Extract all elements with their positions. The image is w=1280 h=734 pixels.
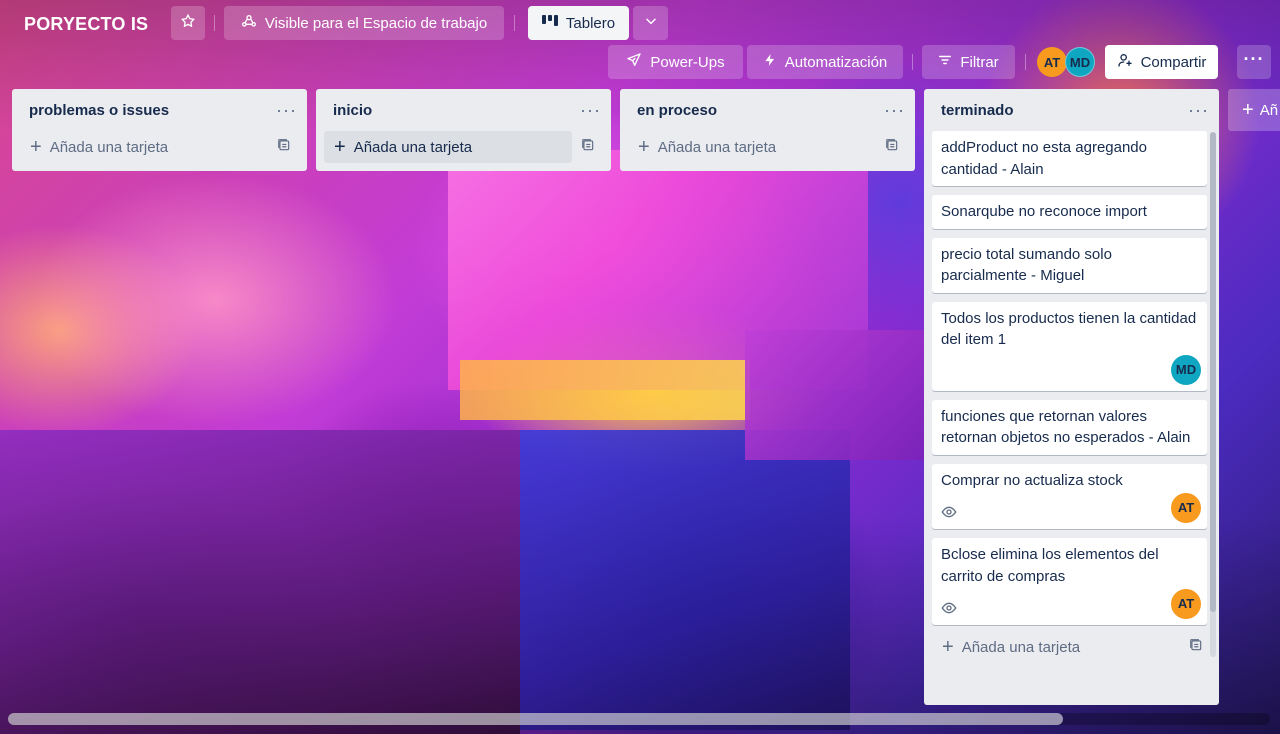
list-menu-icon[interactable]: ··· bbox=[1188, 101, 1209, 119]
board-menu-button[interactable]: ··· bbox=[1237, 45, 1271, 79]
card-title: addProduct no esta agregando cantidad - … bbox=[941, 139, 1147, 178]
list-title[interactable]: problemas o issues bbox=[29, 102, 169, 119]
workspace-icon bbox=[241, 13, 257, 33]
filter-icon bbox=[938, 53, 952, 71]
view-board-button[interactable]: Tablero bbox=[528, 6, 629, 40]
lightning-icon bbox=[763, 52, 777, 72]
board-scrollbar[interactable] bbox=[8, 713, 1270, 725]
plus-icon: + bbox=[1242, 99, 1254, 121]
card-title: funciones que retornan valores retornan … bbox=[941, 407, 1191, 447]
divider bbox=[912, 54, 913, 70]
background-shape bbox=[0, 430, 520, 734]
eye-icon bbox=[941, 597, 957, 619]
plus-icon: + bbox=[638, 136, 650, 158]
list-title[interactable]: en proceso bbox=[637, 102, 717, 119]
avatar[interactable]: MD bbox=[1065, 47, 1095, 77]
add-card-label: Añada una tarjeta bbox=[49, 138, 169, 156]
powerups-label: Power-Ups bbox=[650, 53, 725, 71]
background-shape bbox=[448, 150, 868, 390]
add-card-button[interactable]: + Añada una tarjeta bbox=[932, 631, 1211, 663]
list: problemas o issues ··· + Añada una tarjet… bbox=[12, 89, 307, 171]
list-header: inicio ··· bbox=[316, 89, 611, 131]
view-label: Tablero bbox=[565, 14, 616, 32]
visibility-button[interactable]: Visible para el Espacio de trabajo bbox=[224, 6, 504, 40]
avatar[interactable]: MD bbox=[1171, 354, 1201, 385]
powerups-button[interactable]: Power-Ups bbox=[608, 45, 743, 79]
divider bbox=[1025, 54, 1026, 70]
filter-label: Filtrar bbox=[960, 53, 999, 71]
card-title: Sonarqube no reconoce import bbox=[941, 203, 1147, 220]
card-title: Todos los productos tienen la cantidad d… bbox=[941, 309, 1197, 349]
share-button[interactable]: Compartir bbox=[1105, 45, 1218, 79]
template-icon[interactable] bbox=[581, 138, 595, 156]
more-icon: ··· bbox=[1243, 49, 1265, 69]
plus-icon: + bbox=[334, 136, 346, 158]
list-menu-icon[interactable]: ··· bbox=[884, 101, 905, 119]
template-icon[interactable] bbox=[277, 138, 291, 156]
add-card-label: Añada una tarjeta bbox=[657, 138, 777, 156]
add-list-label: Añ bbox=[1259, 101, 1279, 119]
card-title: precio total sumando solo parcialmente -… bbox=[941, 245, 1112, 285]
card[interactable]: addProduct no esta agregando cantidad - … bbox=[932, 131, 1207, 186]
card-title: Comprar no actualiza stock bbox=[941, 471, 1123, 489]
add-card-label: Añada una tarjeta bbox=[961, 638, 1081, 656]
plus-icon: + bbox=[30, 136, 42, 158]
add-card-label: Añada una tarjeta bbox=[353, 138, 473, 156]
automation-button[interactable]: Automatización bbox=[747, 45, 903, 79]
list: terminado ··· addProduct no esta agregan… bbox=[924, 89, 1219, 705]
template-icon[interactable] bbox=[885, 138, 899, 156]
avatar[interactable]: AT bbox=[1171, 589, 1201, 619]
eye-icon bbox=[941, 501, 957, 523]
card[interactable]: precio total sumando solo parcialmente -… bbox=[932, 237, 1207, 293]
background-shape bbox=[745, 330, 925, 460]
list-menu-icon[interactable]: ··· bbox=[276, 101, 297, 119]
add-person-icon bbox=[1117, 52, 1133, 72]
card[interactable]: Comprar no actualiza stock AT bbox=[932, 463, 1207, 529]
divider bbox=[214, 15, 215, 31]
template-icon[interactable] bbox=[1189, 638, 1203, 656]
scrollbar-thumb[interactable] bbox=[8, 713, 1063, 725]
add-card-button[interactable]: + Añada una tarjeta bbox=[628, 131, 907, 163]
list-title[interactable]: terminado bbox=[941, 102, 1014, 119]
add-card-button[interactable]: + Añada una tarjeta bbox=[324, 131, 603, 163]
card[interactable]: Todos los productos tienen la cantidad d… bbox=[932, 301, 1207, 391]
share-label: Compartir bbox=[1140, 53, 1207, 71]
chevron-down-icon bbox=[644, 14, 658, 32]
board-view-icon bbox=[541, 14, 558, 32]
list-header: problemas o issues ··· bbox=[12, 89, 307, 131]
scrollbar-thumb[interactable] bbox=[1210, 132, 1216, 612]
view-switcher-button[interactable] bbox=[633, 6, 668, 40]
automation-label: Automatización bbox=[784, 53, 888, 71]
list: en proceso ··· + Añada una tarjeta bbox=[620, 89, 915, 171]
plus-icon: + bbox=[942, 636, 954, 658]
filter-button[interactable]: Filtrar bbox=[922, 45, 1015, 79]
avatar[interactable]: AT bbox=[1171, 493, 1201, 523]
card[interactable]: funciones que retornan valores retornan … bbox=[932, 399, 1207, 455]
members-group: AT MD bbox=[1037, 47, 1095, 77]
board-title[interactable]: PORYECTO IS bbox=[12, 8, 160, 40]
list-scrollbar[interactable] bbox=[1210, 132, 1216, 657]
avatar[interactable]: AT bbox=[1037, 47, 1067, 77]
card-list: addProduct no esta agregando cantidad - … bbox=[924, 131, 1219, 625]
list-menu-icon[interactable]: ··· bbox=[580, 101, 601, 119]
card[interactable]: Bclose elimina los elementos del carrito… bbox=[932, 538, 1207, 625]
list-title[interactable]: inicio bbox=[333, 102, 372, 119]
background-shape bbox=[460, 360, 750, 420]
list: inicio ··· + Añada una tarjeta bbox=[316, 89, 611, 171]
add-list-button[interactable]: + Añ bbox=[1228, 89, 1280, 131]
divider bbox=[514, 15, 515, 31]
list-header: en proceso ··· bbox=[620, 89, 915, 131]
visibility-label: Visible para el Espacio de trabajo bbox=[264, 14, 488, 32]
list-header: terminado ··· bbox=[924, 89, 1219, 131]
star-icon bbox=[180, 13, 196, 33]
background-shape bbox=[520, 430, 850, 730]
card[interactable]: Sonarqube no reconoce import bbox=[932, 195, 1207, 229]
rocket-icon bbox=[626, 52, 642, 72]
card-title: Bclose elimina los elementos del carrito… bbox=[941, 546, 1159, 585]
star-button[interactable] bbox=[171, 6, 205, 40]
add-card-button[interactable]: + Añada una tarjeta bbox=[20, 131, 299, 163]
